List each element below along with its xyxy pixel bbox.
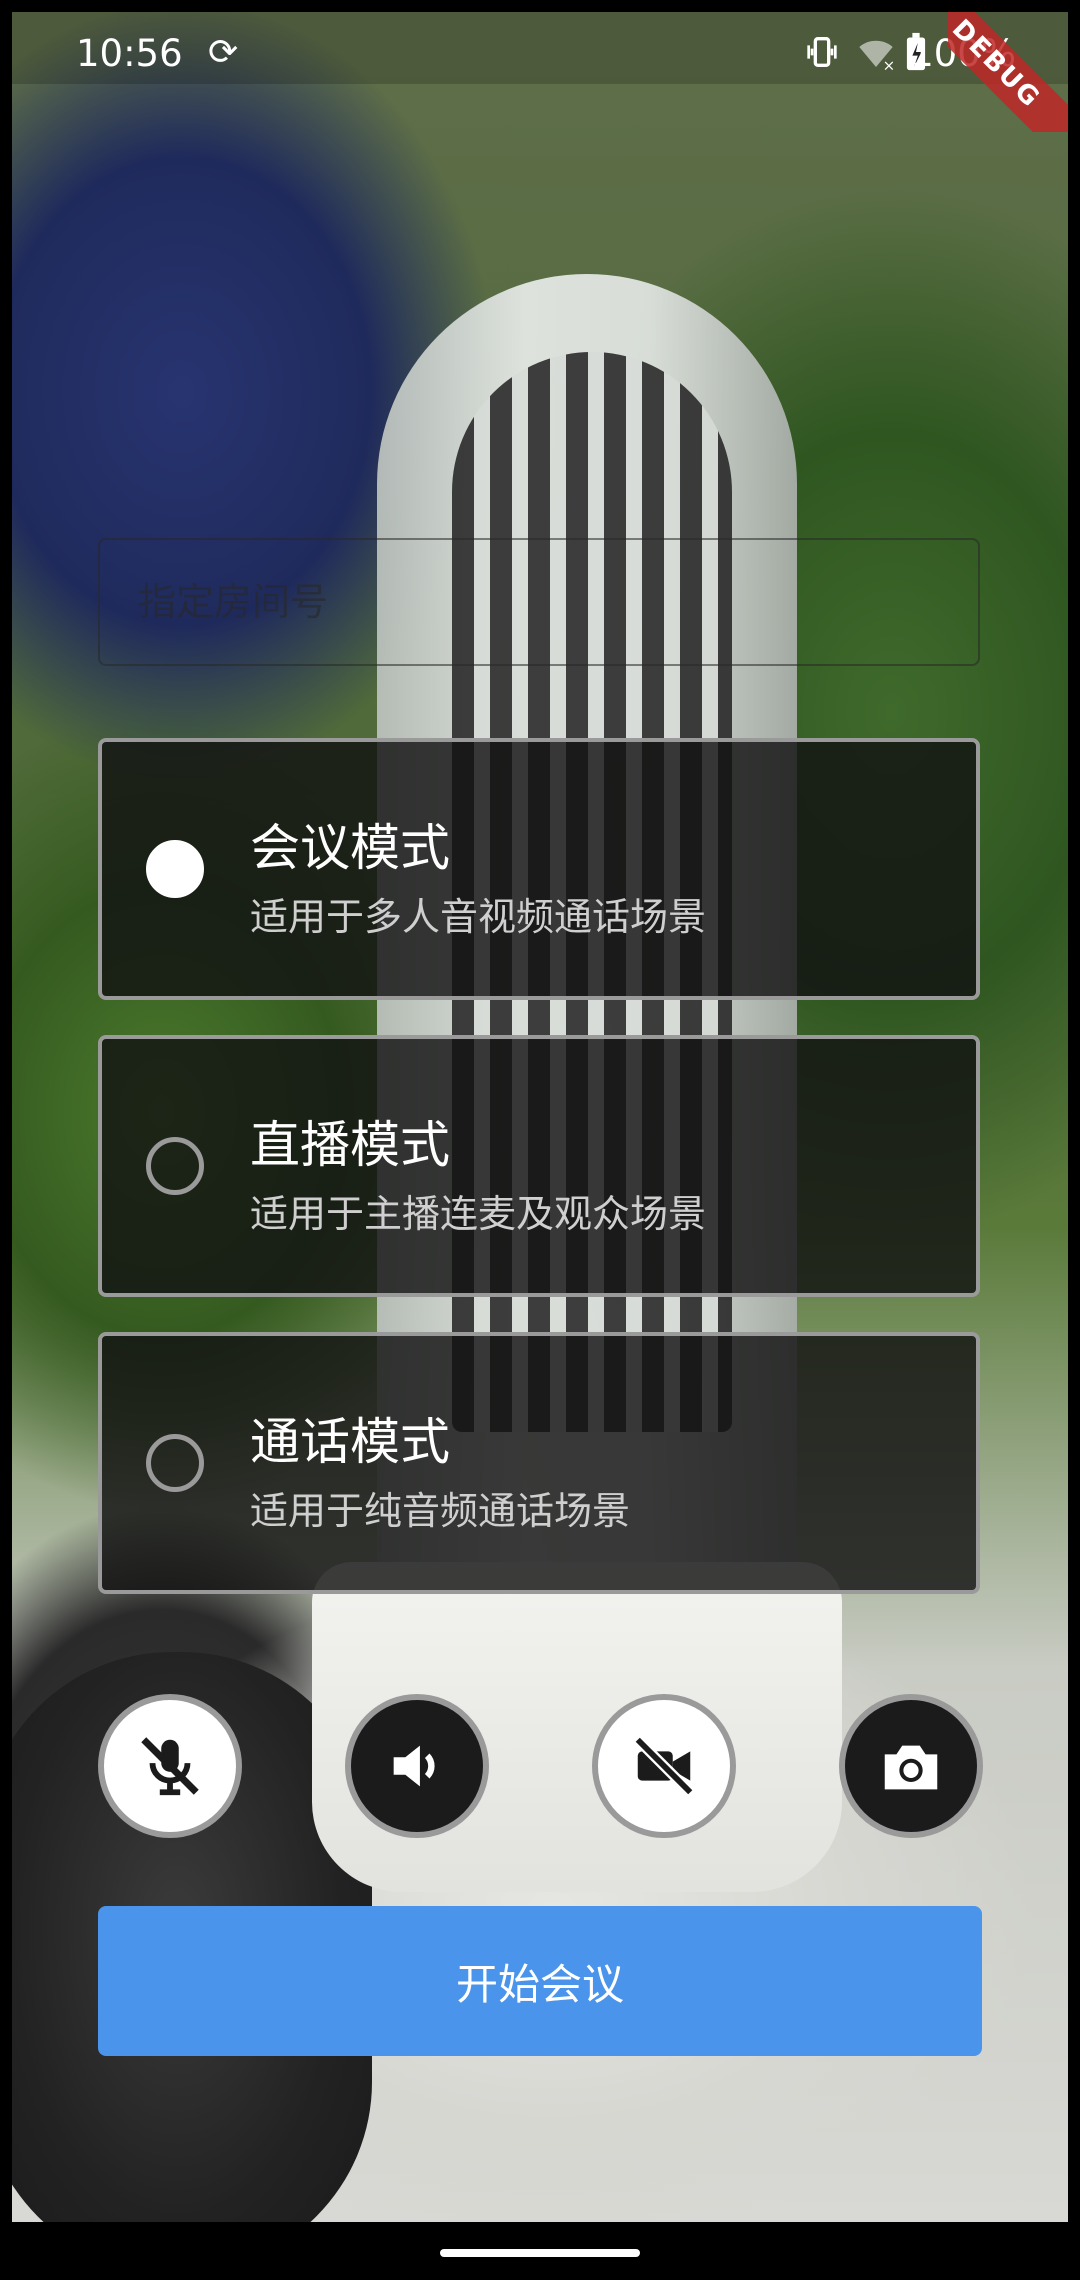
speaker-toggle-button[interactable] <box>345 1694 489 1838</box>
mode-card-call[interactable]: 通话模式 适用于纯音频通话场景 <box>98 1332 980 1594</box>
speaker-icon <box>393 1745 435 1787</box>
mode-card-meeting[interactable]: 会议模式 适用于多人音视频通话场景 <box>98 738 980 1000</box>
svg-text:×: × <box>883 56 896 72</box>
mode-description: 适用于多人音视频通话场景 <box>250 895 707 939</box>
mode-card-live[interactable]: 直播模式 适用于主播连麦及观众场景 <box>98 1035 980 1297</box>
radio-meeting[interactable] <box>146 840 204 898</box>
mode-description: 适用于纯音频通话场景 <box>250 1489 631 1533</box>
vibrate-icon <box>802 32 842 81</box>
room-number-field[interactable] <box>98 538 980 666</box>
sync-icon: ⟳ <box>208 32 239 73</box>
switch-camera-button[interactable] <box>839 1694 983 1838</box>
debug-banner: DEBUG <box>948 12 1068 132</box>
mic-toggle-button[interactable] <box>98 1694 242 1838</box>
start-meeting-button[interactable]: 开始会议 <box>98 1906 982 2056</box>
camera-toggle-button[interactable] <box>592 1694 736 1838</box>
mode-title: 直播模式 <box>250 1116 450 1174</box>
debug-banner-clip: DEBUG <box>948 12 1068 132</box>
mode-title: 会议模式 <box>250 819 450 877</box>
room-number-input[interactable] <box>100 540 978 664</box>
status-time: 10:56 <box>76 32 183 75</box>
mode-title: 通话模式 <box>250 1413 450 1471</box>
mic-off-icon <box>141 1737 199 1796</box>
radio-live[interactable] <box>146 1137 204 1195</box>
radio-call[interactable] <box>146 1434 204 1492</box>
status-bar: 10:56 ⟳ × 100% <box>12 12 1068 84</box>
switch-camera-icon <box>884 1745 938 1790</box>
gesture-nav-handle[interactable] <box>440 2249 640 2257</box>
camera-off-icon <box>634 1736 694 1796</box>
mode-description: 适用于主播连麦及观众场景 <box>250 1192 707 1236</box>
wifi-icon: × <box>854 32 898 81</box>
